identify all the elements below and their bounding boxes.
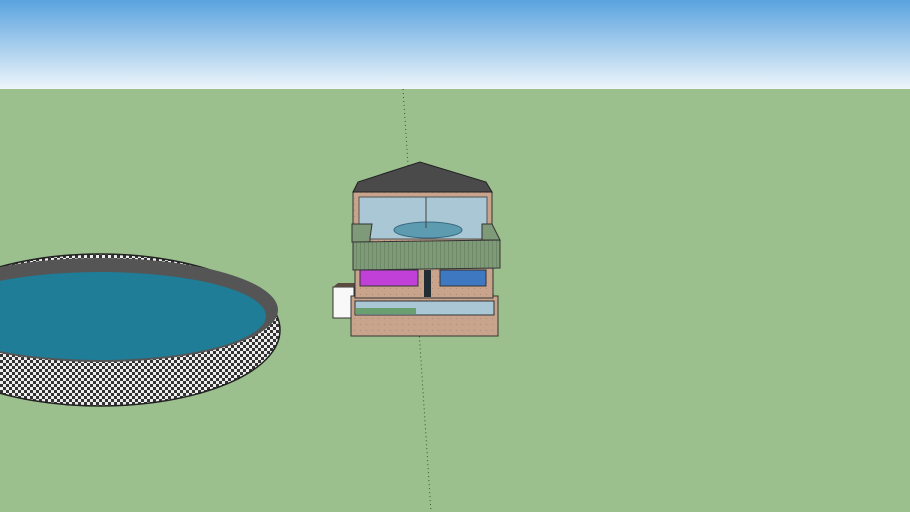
house[interactable] xyxy=(332,161,501,337)
balcony-front xyxy=(352,239,501,271)
sketchup-viewport[interactable] xyxy=(0,0,910,512)
balcony xyxy=(351,223,373,243)
door xyxy=(424,270,431,297)
purple-room xyxy=(359,269,419,287)
lower-lawn xyxy=(356,308,416,314)
blue-room xyxy=(439,269,487,287)
fountain xyxy=(393,221,463,239)
sky xyxy=(0,0,910,89)
